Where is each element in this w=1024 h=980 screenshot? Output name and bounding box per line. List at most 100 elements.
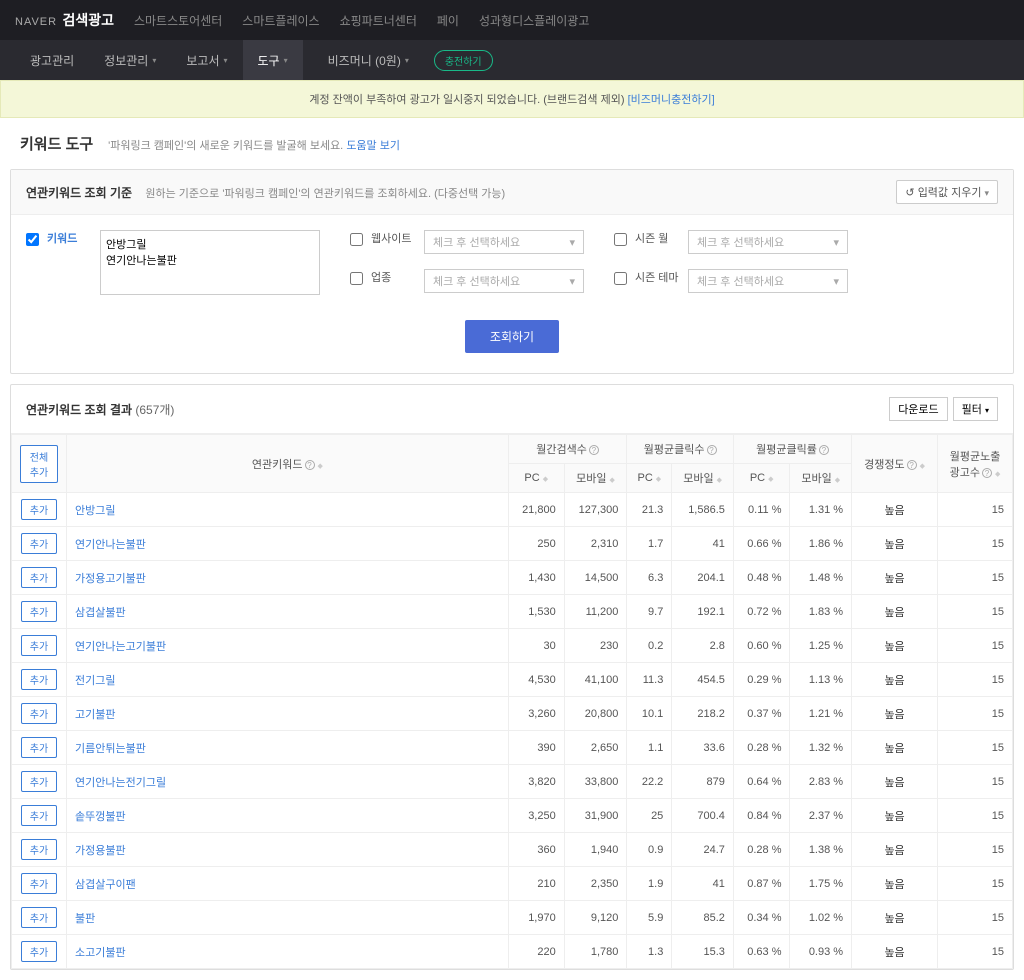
cell-click-pc: 21.3 xyxy=(627,493,672,527)
chevron-down-icon: ▾ xyxy=(284,56,288,65)
download-button[interactable]: 다운로드 xyxy=(889,397,947,421)
th-click-pc[interactable]: PC◆ xyxy=(627,464,672,493)
subnav-info[interactable]: 정보관리▾ xyxy=(89,40,171,80)
th-monthly-click: 월평균클릭수? xyxy=(627,435,733,464)
keyword-link[interactable]: 고기불판 xyxy=(75,709,115,721)
charge-button[interactable]: 충전하기 xyxy=(434,50,493,71)
page-header: 키워드 도구 '파워링크 캠페인'의 새로운 키워드를 발굴해 보세요. 도움말… xyxy=(0,118,1024,169)
add-button[interactable]: 추가 xyxy=(21,567,57,588)
keyword-link[interactable]: 안방그릴 xyxy=(75,505,115,517)
topnav-link-0[interactable]: 스마트스토어센터 xyxy=(134,12,222,29)
filter-button[interactable]: 필터 ▾ xyxy=(953,397,998,421)
topnav-link-3[interactable]: 페이 xyxy=(437,12,459,29)
add-button[interactable]: 추가 xyxy=(21,601,57,622)
cell-competition: 높음 xyxy=(852,697,938,731)
keyword-link[interactable]: 불판 xyxy=(75,913,95,925)
info-icon: ? xyxy=(589,445,599,455)
keyword-link[interactable]: 가정용고기불판 xyxy=(75,573,146,585)
keyword-link[interactable]: 연기안나는불판 xyxy=(75,539,146,551)
keyword-link[interactable]: 기름안튀는불판 xyxy=(75,743,146,755)
th-competition[interactable]: 경쟁정도?◆ xyxy=(852,435,938,493)
keyword-link[interactable]: 가정용불판 xyxy=(75,845,126,857)
filter-season-theme-row: 시즌 테마 체크 후 선택하세요▾ xyxy=(614,269,848,293)
topnav-link-1[interactable]: 스마트플레이스 xyxy=(242,12,319,29)
cell-click-pc: 5.9 xyxy=(627,901,672,935)
cell-search-mobile: 41,100 xyxy=(564,663,627,697)
cell-ads: 15 xyxy=(938,493,1013,527)
th-click-mobile[interactable]: 모바일◆ xyxy=(672,464,734,493)
cell-ads: 15 xyxy=(938,697,1013,731)
sort-icon: ◆ xyxy=(717,477,722,484)
info-icon: ? xyxy=(305,460,315,470)
keyword-link[interactable]: 삼겹살불판 xyxy=(75,607,126,619)
cell-ctr-mobile: 1.75 % xyxy=(790,867,852,901)
filter-season-month-row: 시즌 월 체크 후 선택하세요▾ xyxy=(614,230,848,254)
industry-checkbox[interactable] xyxy=(350,272,363,285)
alert-link[interactable]: [비즈머니충전하기] xyxy=(628,94,715,106)
th-search-pc[interactable]: PC◆ xyxy=(508,464,564,493)
subnav-ad-manage[interactable]: 광고관리 xyxy=(15,40,89,80)
cell-click-pc: 25 xyxy=(627,799,672,833)
query-button[interactable]: 조회하기 xyxy=(465,320,559,353)
cell-ctr-mobile: 1.38 % xyxy=(790,833,852,867)
result-panel: 연관키워드 조회 결과 (657개) 다운로드 필터 ▾ 전체추가 연관키워드?… xyxy=(10,384,1014,970)
table-row: 추가고기불판3,26020,80010.1218.20.37 %1.21 %높음… xyxy=(12,697,1013,731)
keyword-checkbox[interactable] xyxy=(26,233,39,246)
keyword-link[interactable]: 소고기불판 xyxy=(75,947,126,959)
subnav-bizmoney[interactable]: 비즈머니 (0원)▾ xyxy=(313,40,424,80)
keyword-link[interactable]: 삼겹살구이팬 xyxy=(75,879,136,891)
cell-ctr-pc: 0.64 % xyxy=(733,765,790,799)
cell-search-mobile: 9,120 xyxy=(564,901,627,935)
topnav-link-2[interactable]: 쇼핑파트너센터 xyxy=(340,12,417,29)
add-button[interactable]: 추가 xyxy=(21,533,57,554)
add-button[interactable]: 추가 xyxy=(21,669,57,690)
cell-search-mobile: 31,900 xyxy=(564,799,627,833)
season-month-checkbox[interactable] xyxy=(614,233,627,246)
cell-search-mobile: 20,800 xyxy=(564,697,627,731)
add-button[interactable]: 추가 xyxy=(21,907,57,928)
industry-select[interactable]: 체크 후 선택하세요▾ xyxy=(424,269,584,293)
th-keyword[interactable]: 연관키워드?◆ xyxy=(67,435,509,493)
website-checkbox[interactable] xyxy=(350,233,363,246)
add-button[interactable]: 추가 xyxy=(21,771,57,792)
table-row: 추가연기안나는불판2502,3101.7410.66 %1.86 %높음15 xyxy=(12,527,1013,561)
filter-title: 연관키워드 조회 기준 원하는 기준으로 '파워링크 캠페인'의 연관키워드를 … xyxy=(26,184,505,201)
topnav-link-4[interactable]: 성과형디스플레이광고 xyxy=(479,12,589,29)
cell-search-mobile: 2,350 xyxy=(564,867,627,901)
cell-ctr-pc: 0.29 % xyxy=(733,663,790,697)
add-button[interactable]: 추가 xyxy=(21,941,57,962)
add-button[interactable]: 추가 xyxy=(21,839,57,860)
subnav-report[interactable]: 보고서▾ xyxy=(171,40,242,80)
cell-ctr-pc: 0.72 % xyxy=(733,595,790,629)
add-button[interactable]: 추가 xyxy=(21,737,57,758)
cell-click-pc: 22.2 xyxy=(627,765,672,799)
cell-ctr-mobile: 1.48 % xyxy=(790,561,852,595)
keyword-link[interactable]: 연기안나는고기불판 xyxy=(75,641,166,653)
cell-click-pc: 0.9 xyxy=(627,833,672,867)
clear-inputs-button[interactable]: ↺ 입력값 지우기▾ xyxy=(896,180,998,204)
add-button[interactable]: 추가 xyxy=(21,873,57,894)
filter-industry-row: 업종 체크 후 선택하세요▾ xyxy=(350,269,584,293)
cell-competition: 높음 xyxy=(852,493,938,527)
keyword-textarea[interactable] xyxy=(100,230,320,295)
subnav-tools[interactable]: 도구▾ xyxy=(243,40,303,80)
add-button[interactable]: 추가 xyxy=(21,703,57,724)
website-select[interactable]: 체크 후 선택하세요▾ xyxy=(424,230,584,254)
season-theme-checkbox[interactable] xyxy=(614,272,627,285)
help-link[interactable]: 도움말 보기 xyxy=(346,140,400,152)
cell-ctr-pc: 0.34 % xyxy=(733,901,790,935)
add-button[interactable]: 추가 xyxy=(21,635,57,656)
add-button[interactable]: 추가 xyxy=(21,805,57,826)
cell-search-pc: 250 xyxy=(508,527,564,561)
th-ctr-mobile[interactable]: 모바일◆ xyxy=(790,464,852,493)
keyword-link[interactable]: 연기안나는전기그릴 xyxy=(75,777,166,789)
th-ctr-pc[interactable]: PC◆ xyxy=(733,464,790,493)
add-button[interactable]: 추가 xyxy=(21,499,57,520)
keyword-link[interactable]: 솥뚜껑불판 xyxy=(75,811,126,823)
th-search-mobile[interactable]: 모바일◆ xyxy=(564,464,627,493)
keyword-link[interactable]: 전기그릴 xyxy=(75,675,115,687)
add-all-button[interactable]: 전체추가 xyxy=(20,445,58,483)
season-theme-select[interactable]: 체크 후 선택하세요▾ xyxy=(688,269,848,293)
season-month-select[interactable]: 체크 후 선택하세요▾ xyxy=(688,230,848,254)
th-monthly-ads[interactable]: 월평균노출 광고수?◆ xyxy=(938,435,1013,493)
